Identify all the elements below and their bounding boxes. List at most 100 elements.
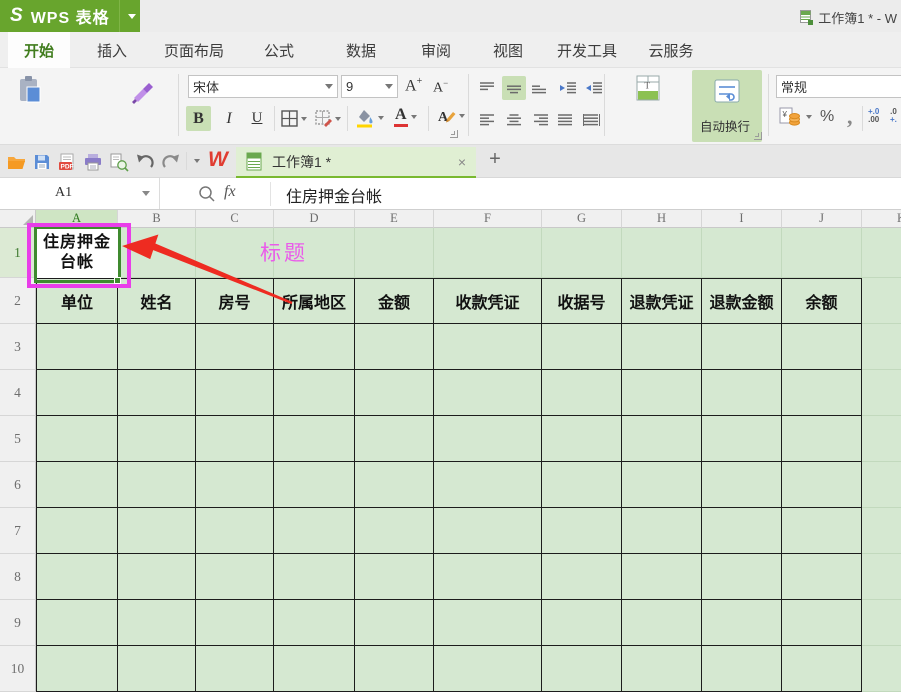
- increase-decimal-button[interactable]: +.0.00: [868, 108, 879, 124]
- menu-tab-3[interactable]: 页面布局: [148, 32, 240, 68]
- cell-C7[interactable]: [196, 508, 274, 554]
- decrease-decimal-button[interactable]: .0+.: [890, 108, 897, 124]
- column-header-I[interactable]: I: [702, 210, 782, 228]
- chevron-down-icon[interactable]: [806, 115, 812, 119]
- cell-G6[interactable]: [542, 462, 622, 508]
- cell-K9[interactable]: [862, 600, 901, 646]
- cell-G10[interactable]: [542, 646, 622, 692]
- document-tab[interactable]: 工作簿1 * ×: [236, 147, 476, 178]
- cell-K7[interactable]: [862, 508, 901, 554]
- cell-C10[interactable]: [196, 646, 274, 692]
- cell-E5[interactable]: [355, 416, 434, 462]
- row-header-8[interactable]: 8: [0, 554, 36, 600]
- align-center-button[interactable]: [502, 108, 526, 132]
- cell-I6[interactable]: [702, 462, 782, 508]
- formula-content[interactable]: 住房押金台帐: [286, 183, 382, 207]
- chevron-down-icon[interactable]: [325, 84, 333, 89]
- cell-F8[interactable]: [434, 554, 542, 600]
- column-header-B[interactable]: B: [118, 210, 196, 228]
- cell-F2[interactable]: 收款凭证: [434, 278, 542, 324]
- underline-button[interactable]: U: [246, 106, 268, 131]
- cell-B7[interactable]: [118, 508, 196, 554]
- comma-format-button[interactable]: ,: [847, 104, 853, 130]
- cell-J3[interactable]: [782, 324, 862, 370]
- print-icon[interactable]: [82, 151, 104, 173]
- chevron-down-icon[interactable]: [335, 117, 341, 121]
- font-size-select[interactable]: 9: [341, 75, 398, 98]
- cell-D7[interactable]: [274, 508, 355, 554]
- menu-tab-1[interactable]: 开始: [8, 32, 70, 68]
- chevron-down-icon[interactable]: [142, 191, 150, 196]
- cell-E9[interactable]: [355, 600, 434, 646]
- search-icon[interactable]: [198, 185, 216, 203]
- app-menu-button[interactable]: S WPS 表格: [0, 0, 140, 32]
- cell-C6[interactable]: [196, 462, 274, 508]
- highlight-button[interactable]: A: [437, 106, 465, 126]
- cell-A4[interactable]: [36, 370, 118, 416]
- cell-J1[interactable]: [782, 228, 862, 278]
- cell-F5[interactable]: [434, 416, 542, 462]
- cell-H5[interactable]: [622, 416, 702, 462]
- cell-C3[interactable]: [196, 324, 274, 370]
- row-header-10[interactable]: 10: [0, 646, 36, 692]
- cell-B10[interactable]: [118, 646, 196, 692]
- cell-K5[interactable]: [862, 416, 901, 462]
- cell-I10[interactable]: [702, 646, 782, 692]
- cell-H9[interactable]: [622, 600, 702, 646]
- menu-tab-2[interactable]: 插入: [82, 32, 142, 68]
- cell-J8[interactable]: [782, 554, 862, 600]
- row-header-4[interactable]: 4: [0, 370, 36, 416]
- cell-A2[interactable]: 单位: [36, 278, 118, 324]
- menu-tab-4[interactable]: 公式: [246, 32, 312, 68]
- paste-icon[interactable]: [12, 74, 48, 106]
- new-tab-button[interactable]: +: [483, 148, 507, 171]
- cell-F3[interactable]: [434, 324, 542, 370]
- cell-A3[interactable]: [36, 324, 118, 370]
- cell-A9[interactable]: [36, 600, 118, 646]
- cell-C9[interactable]: [196, 600, 274, 646]
- font-name-select[interactable]: 宋体: [188, 75, 338, 98]
- merge-center-icon[interactable]: T: [627, 72, 669, 104]
- align-middle-button[interactable]: [502, 76, 526, 100]
- cell-G3[interactable]: [542, 324, 622, 370]
- cell-K3[interactable]: [862, 324, 901, 370]
- menu-tab-5[interactable]: 数据: [328, 32, 394, 68]
- cell-H3[interactable]: [622, 324, 702, 370]
- fill-color-button[interactable]: [355, 108, 384, 128]
- cell-C5[interactable]: [196, 416, 274, 462]
- cell-E1[interactable]: [355, 228, 434, 278]
- format-painter-icon[interactable]: [124, 74, 160, 106]
- cell-G5[interactable]: [542, 416, 622, 462]
- cell-I5[interactable]: [702, 416, 782, 462]
- cell-F9[interactable]: [434, 600, 542, 646]
- cell-G4[interactable]: [542, 370, 622, 416]
- wrap-text-button[interactable]: 自动换行: [692, 70, 762, 142]
- row-header-6[interactable]: 6: [0, 462, 36, 508]
- cell-J7[interactable]: [782, 508, 862, 554]
- cell-J4[interactable]: [782, 370, 862, 416]
- cell-B6[interactable]: [118, 462, 196, 508]
- cell-I7[interactable]: [702, 508, 782, 554]
- column-header-J[interactable]: J: [782, 210, 862, 228]
- cell-F10[interactable]: [434, 646, 542, 692]
- cell-D10[interactable]: [274, 646, 355, 692]
- cell-H8[interactable]: [622, 554, 702, 600]
- cell-I9[interactable]: [702, 600, 782, 646]
- cell-K4[interactable]: [862, 370, 901, 416]
- menu-tab-7[interactable]: 视图: [478, 32, 538, 68]
- column-header-H[interactable]: H: [622, 210, 702, 228]
- cell-E4[interactable]: [355, 370, 434, 416]
- open-folder-icon[interactable]: [6, 151, 28, 173]
- cell-K6[interactable]: [862, 462, 901, 508]
- bold-button[interactable]: B: [186, 106, 211, 131]
- cell-B3[interactable]: [118, 324, 196, 370]
- row-header-5[interactable]: 5: [0, 416, 36, 462]
- cell-F6[interactable]: [434, 462, 542, 508]
- quickbar-chevron-icon[interactable]: [194, 159, 200, 163]
- column-header-C[interactable]: C: [196, 210, 274, 228]
- cell-A10[interactable]: [36, 646, 118, 692]
- font-color-button[interactable]: A: [394, 106, 417, 127]
- cell-G2[interactable]: 收据号: [542, 278, 622, 324]
- cell-I8[interactable]: [702, 554, 782, 600]
- name-box[interactable]: A1: [0, 178, 160, 209]
